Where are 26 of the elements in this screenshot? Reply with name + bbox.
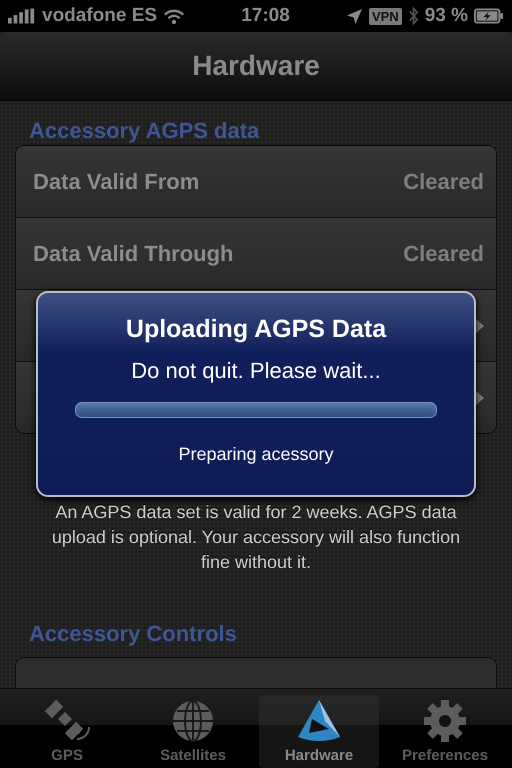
- bluetooth-icon: [408, 6, 419, 26]
- tab-item[interactable]: Hardware: [259, 695, 379, 768]
- alert-title: Uploading AGPS Data: [126, 315, 386, 344]
- signal-icon: [8, 8, 36, 24]
- table-row[interactable]: Data Valid From Cleared: [16, 146, 496, 217]
- vpn-badge: VPN: [368, 8, 402, 24]
- battery-percent: 93 %: [424, 5, 468, 27]
- tab-item[interactable]: Preferences: [385, 695, 505, 768]
- row-label: Data Valid From: [33, 168, 200, 194]
- row-label: Data Valid Through: [33, 240, 234, 266]
- carrier-name: vodafone ES: [42, 5, 158, 27]
- section-header: Accessory Controls: [28, 620, 238, 648]
- section-header: Accessory AGPS data: [28, 117, 260, 141]
- battery-icon: [474, 8, 504, 24]
- row-value: Cleared: [403, 168, 484, 194]
- tab-item[interactable]: GPS: [7, 695, 127, 768]
- wifi-icon: [163, 8, 186, 24]
- alert-status: Preparing acessory: [178, 444, 334, 465]
- row-value: Cleared: [403, 240, 484, 266]
- location-icon: [346, 8, 363, 24]
- section-footer: An AGPS data set is valid for 2 weeks. AGPS data upload is optional. Your accessory will also function fine without it.: [43, 500, 469, 575]
- alert-message: Do not quit. Please wait...: [131, 358, 381, 384]
- tab-item[interactable]: Satellites: [133, 695, 253, 768]
- table-row[interactable]: Data Valid Through Cleared: [16, 217, 496, 289]
- clock-time: 17:08: [241, 5, 290, 27]
- screen-title: Hardware: [192, 50, 320, 82]
